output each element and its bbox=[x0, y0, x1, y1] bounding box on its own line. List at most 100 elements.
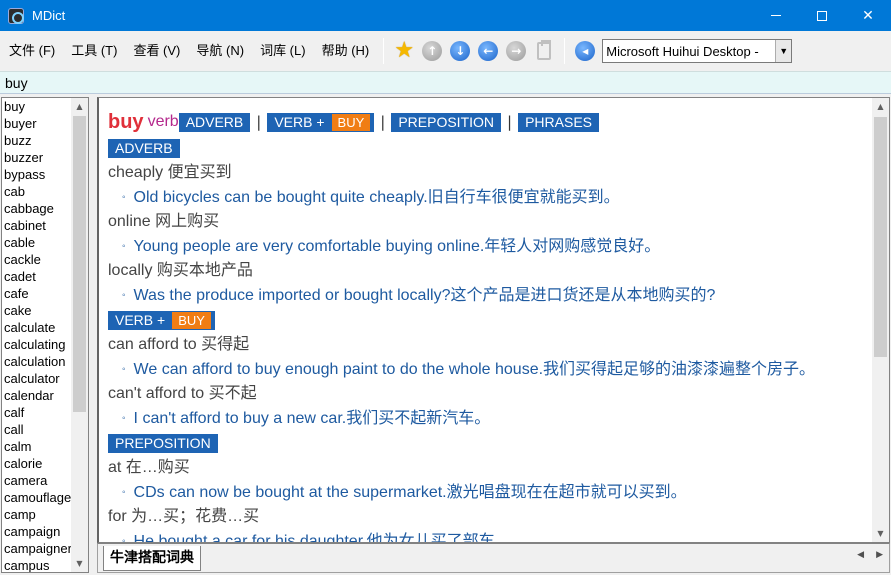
close-button[interactable]: ✕ bbox=[845, 0, 891, 31]
dictionary-tab-bar: 牛津搭配词典 ◀ ▶ bbox=[97, 543, 890, 573]
toolbar-separator bbox=[383, 38, 385, 64]
word-list-item[interactable]: cake bbox=[2, 302, 73, 319]
headword: buy bbox=[108, 110, 144, 133]
favorite-button[interactable]: ★ bbox=[390, 37, 418, 65]
chevron-down-icon[interactable]: ▼ bbox=[775, 40, 792, 62]
scroll-down-icon[interactable]: ▼ bbox=[872, 525, 889, 542]
section-tag: PREPOSITION bbox=[108, 434, 218, 453]
word-list-item[interactable]: cab bbox=[2, 183, 73, 200]
example-sentence: ◦ Was the produce imported or bought loca… bbox=[108, 284, 868, 309]
scroll-up-icon[interactable]: ▲ bbox=[872, 98, 889, 115]
menu-navigate[interactable]: 导航 (N) bbox=[188, 31, 252, 71]
word-list-item[interactable]: campaigner bbox=[2, 540, 73, 557]
word-list-item[interactable]: cabbage bbox=[2, 200, 73, 217]
tab-scroll-left-icon[interactable]: ◀ bbox=[857, 550, 864, 560]
menu-help[interactable]: 帮助 (H) bbox=[314, 31, 378, 71]
word-list-item[interactable]: cabinet bbox=[2, 217, 73, 234]
nav-separator: | bbox=[256, 113, 262, 131]
forward-button[interactable]: → bbox=[502, 37, 530, 65]
nav-link-label: PREPOSITION bbox=[398, 113, 495, 130]
nav-link-preposition[interactable]: PREPOSITION bbox=[391, 112, 502, 132]
arrow-up-icon: ↑ bbox=[422, 41, 443, 61]
collocation: can't afford to 买不起 bbox=[108, 385, 257, 402]
word-list-item[interactable]: buzz bbox=[2, 132, 73, 149]
word-list-item[interactable]: cable bbox=[2, 234, 73, 251]
close-icon: ✕ bbox=[862, 7, 874, 24]
voice-select[interactable]: Microsoft Huihui Desktop - ▼ bbox=[602, 39, 793, 63]
word-list-item[interactable]: buy bbox=[2, 98, 73, 115]
definition-scrollbar[interactable]: ▲ ▼ bbox=[872, 98, 889, 542]
word-list-item[interactable]: cafe bbox=[2, 285, 73, 302]
collocation: locally 购买本地产品 bbox=[108, 262, 253, 279]
menu-view[interactable]: 查看 (V) bbox=[125, 31, 188, 71]
search-bar bbox=[0, 71, 891, 94]
maximize-button[interactable] bbox=[799, 0, 845, 31]
nav-link-verb-buy[interactable]: VERB + BUY bbox=[267, 112, 375, 132]
menu-library[interactable]: 词库 (L) bbox=[252, 31, 314, 71]
search-input[interactable] bbox=[0, 72, 891, 93]
arrow-down-icon: ↓ bbox=[450, 41, 471, 61]
nav-link-adverb[interactable]: ADVERB bbox=[178, 112, 251, 132]
word-list-item[interactable]: buzzer bbox=[2, 149, 73, 166]
entry-header: buy verb ADVERB | VERB + BUY | PREPOSITIO… bbox=[108, 108, 868, 136]
nav-link-label: VERB + bbox=[274, 113, 325, 130]
bullet-icon: ◦ bbox=[122, 240, 126, 252]
example-sentence: ◦ Old bicycles can be bought quite cheapl… bbox=[108, 186, 868, 211]
section-tag: ADVERB bbox=[108, 139, 180, 158]
up-button[interactable]: ↑ bbox=[418, 37, 446, 65]
word-list-item[interactable]: calculate bbox=[2, 319, 73, 336]
word-list-item[interactable]: calculation bbox=[2, 353, 73, 370]
example-sentence: ◦ I can't afford to buy a new car.我们买不起新汽… bbox=[108, 407, 868, 432]
scroll-down-icon[interactable]: ▼ bbox=[71, 555, 88, 572]
minimize-icon bbox=[771, 15, 781, 16]
title-bar: MDict ✕ bbox=[0, 0, 891, 31]
word-list-scrollbar[interactable]: ▲ ▼ bbox=[71, 98, 88, 572]
word-list-item[interactable]: camp bbox=[2, 506, 73, 523]
down-button[interactable]: ↓ bbox=[446, 37, 474, 65]
speak-button[interactable]: ◂ bbox=[571, 37, 599, 65]
nav-link-label: ADVERB bbox=[185, 113, 244, 130]
menu-file[interactable]: 文件 (F) bbox=[0, 31, 63, 71]
clipboard-icon bbox=[537, 40, 552, 60]
minimize-button[interactable] bbox=[753, 0, 799, 31]
star-icon: ★ bbox=[394, 38, 415, 63]
example-sentence: ◦ CDs can now be bought at the supermarke… bbox=[108, 481, 868, 506]
arrow-right-icon: → bbox=[506, 41, 527, 61]
word-list-item[interactable]: cackle bbox=[2, 251, 73, 268]
word-list-item[interactable]: calculating bbox=[2, 336, 73, 353]
nav-link-label: PHRASES bbox=[525, 113, 592, 130]
word-list-item[interactable]: calorie bbox=[2, 455, 73, 472]
word-list-item[interactable]: campus bbox=[2, 557, 73, 572]
word-list-item[interactable]: camouflage bbox=[2, 489, 73, 506]
collocation: online 网上购买 bbox=[108, 213, 220, 230]
word-list-item[interactable]: bypass bbox=[2, 166, 73, 183]
voice-select-value: Microsoft Huihui Desktop - bbox=[606, 43, 759, 59]
scroll-thumb[interactable] bbox=[874, 117, 887, 357]
menu-tools[interactable]: 工具 (T) bbox=[63, 31, 125, 71]
word-list-item[interactable]: calf bbox=[2, 404, 73, 421]
tab-scroll-right-icon[interactable]: ▶ bbox=[876, 550, 883, 560]
word-list-item[interactable]: buyer bbox=[2, 115, 73, 132]
word-list-item[interactable]: calm bbox=[2, 438, 73, 455]
word-list-item[interactable]: calculator bbox=[2, 370, 73, 387]
bullet-icon: ◦ bbox=[122, 412, 126, 424]
scroll-thumb[interactable] bbox=[73, 116, 86, 412]
nav-link-phrases[interactable]: PHRASES bbox=[518, 112, 599, 132]
word-list-item[interactable]: call bbox=[2, 421, 73, 438]
example-text: CDs can now be bought at the supermarket… bbox=[133, 483, 687, 501]
section-tag-label: VERB + bbox=[115, 312, 166, 328]
word-list-items: buy buyer buzz buzzer bypass cab cabbage cabine… bbox=[2, 98, 73, 572]
dictionary-tab[interactable]: 牛津搭配词典 bbox=[103, 546, 201, 571]
word-list-item[interactable]: calendar bbox=[2, 387, 73, 404]
example-sentence: ◦ Young people are very comfortable buyin… bbox=[108, 235, 868, 260]
clipboard-button[interactable] bbox=[530, 37, 558, 65]
scroll-up-icon[interactable]: ▲ bbox=[71, 98, 88, 115]
example-text: I can't afford to buy a new car.我们买不起新汽车… bbox=[133, 409, 491, 427]
word-list-item[interactable]: cadet bbox=[2, 268, 73, 285]
nav-link-object: BUY bbox=[331, 113, 371, 131]
word-list-item[interactable]: camera bbox=[2, 472, 73, 489]
definition-pane: buy verb ADVERB | VERB + BUY | PREPOSITIO… bbox=[97, 97, 890, 543]
word-list-item[interactable]: campaign bbox=[2, 523, 73, 540]
pane-splitter[interactable] bbox=[90, 97, 97, 573]
back-button[interactable]: ← bbox=[474, 37, 502, 65]
